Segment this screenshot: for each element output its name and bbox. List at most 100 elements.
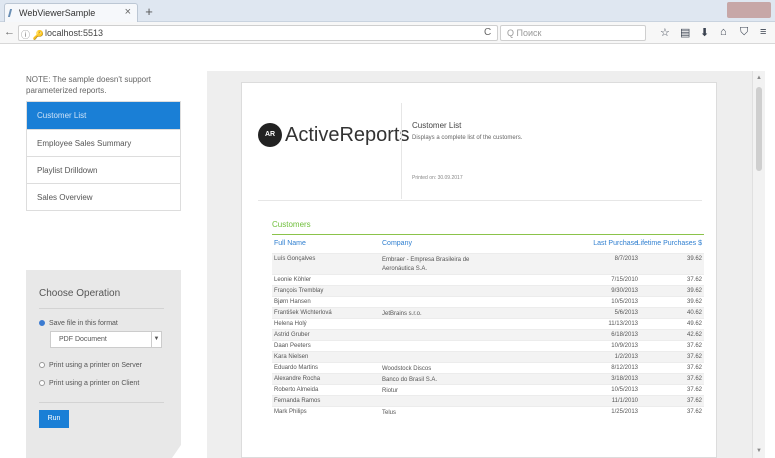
cell-last-purchase: 11/13/2013	[608, 321, 638, 327]
print-client-option[interactable]: Print using a printer on Client	[39, 380, 139, 387]
table-row: Bjørn Hansen 10/5/2013 39.62	[272, 296, 704, 307]
search-placeholder: Q Поиск	[507, 28, 542, 38]
cell-lifetime-purchases: 37.62	[686, 387, 702, 393]
new-tab-button[interactable]: +	[142, 5, 156, 19]
cell-lifetime-purchases: 37.62	[686, 409, 702, 415]
cell-lifetime-purchases: 39.62	[686, 288, 702, 294]
table-row: Daan Peeters 10/9/2013 37.62	[272, 340, 704, 351]
cell-full-name: Alexandre Rocha	[274, 376, 321, 382]
browser-titlebar: WebViewerSample × +	[0, 0, 775, 22]
cell-last-purchase: 10/5/2013	[611, 387, 638, 393]
shield-icon[interactable]: ⛉	[740, 26, 748, 39]
divider	[401, 103, 402, 199]
back-icon[interactable]: ←	[4, 26, 15, 38]
table-row: Mark Philips Telus 1/25/2013 37.62	[272, 406, 704, 417]
table-header: Full Name Company Last Purchase Lifetime…	[272, 240, 704, 252]
radio-icon[interactable]	[39, 380, 45, 386]
cell-lifetime-purchases: 37.62	[686, 343, 702, 349]
scroll-up-icon[interactable]: ▲	[756, 75, 762, 81]
operation-panel: Choose Operation Save file in this forma…	[26, 270, 181, 458]
format-select-value: PDF Document	[59, 336, 107, 343]
menu-icon[interactable]: ≡	[760, 26, 766, 38]
table-row: Eduardo Martins Woodstock Discos 8/12/2013…	[272, 362, 704, 373]
logo-mark: AR	[258, 123, 282, 147]
cell-last-purchase: 11/1/2010	[611, 398, 638, 404]
report-list: Customer List Employee Sales Summary Playl…	[26, 101, 181, 211]
address-bar[interactable]: ⓘ 🔑 localhost:5513	[18, 25, 498, 41]
cell-company: Embraer - Empresa Brasileira de Aeronáut…	[382, 257, 470, 272]
scroll-thumb[interactable]	[756, 87, 762, 171]
search-input[interactable]: Q Поиск	[500, 25, 646, 41]
table-row: Fernanda Ramos 11/1/2010 37.62	[272, 395, 704, 406]
cell-last-purchase: 8/7/2013	[614, 256, 638, 262]
viewer-scrollbar[interactable]: ▲ ▼	[752, 71, 765, 458]
cell-last-purchase: 9/30/2013	[611, 288, 638, 294]
app-area: NOTE: The sample doesn't support paramet…	[0, 44, 775, 458]
cell-lifetime-purchases: 39.62	[686, 256, 702, 262]
table-row: Astrid Gruber 6/18/2013 42.62	[272, 329, 704, 340]
cell-full-name: František Wichterlová	[274, 310, 332, 316]
printed-date: Printed on: 30.09.2017	[412, 175, 463, 181]
column-header: Lifetime Purchases $	[636, 240, 702, 247]
section-label: Customers	[272, 220, 311, 229]
cell-full-name: Leonie Köhler	[274, 277, 312, 283]
report-description: Displays a complete list of the customer…	[412, 135, 523, 141]
table-row: Luís Gonçalves Embraer - Empresa Brasilei…	[272, 253, 704, 274]
cell-lifetime-purchases: 37.62	[686, 398, 702, 404]
print-client-label: Print using a printer on Client	[49, 380, 140, 387]
cell-full-name: Roberto Almeida	[274, 387, 319, 393]
cell-lifetime-purchases: 37.62	[686, 376, 702, 382]
cell-company: Telus	[382, 410, 397, 416]
divider	[258, 200, 702, 201]
cell-full-name: Luís Gonçalves	[274, 256, 316, 262]
report-list-item[interactable]: Sales Overview	[27, 183, 180, 210]
cell-lifetime-purchases: 37.62	[686, 365, 702, 371]
browser-tab[interactable]: WebViewerSample ×	[4, 3, 138, 22]
table-row: Alexandre Rocha Banco do Brasil S.A. 3/18/…	[272, 373, 704, 384]
reading-list-icon[interactable]: ▤	[680, 26, 690, 39]
star-icon[interactable]: ☆	[660, 26, 670, 39]
panel-fold-decoration	[172, 426, 194, 458]
table-row: František Wichterlová JetBrains s.r.o. 5/6…	[272, 307, 704, 318]
download-icon[interactable]: ⬇	[700, 26, 709, 39]
cell-last-purchase: 6/18/2013	[611, 332, 638, 338]
browser-navbar: ← ⓘ 🔑 localhost:5513 C Q Поиск ☆ ▤ ⬇ ⌂ ⛉…	[0, 22, 775, 44]
window-controls[interactable]	[727, 2, 771, 18]
cell-full-name: François Tremblay	[274, 288, 324, 294]
column-header: Full Name	[274, 240, 306, 247]
cell-last-purchase: 3/18/2013	[611, 376, 638, 382]
cell-last-purchase: 5/6/2013	[614, 310, 638, 316]
cell-full-name: Kara Nielsen	[274, 354, 309, 360]
report-list-item[interactable]: Employee Sales Summary	[27, 129, 180, 156]
table-row: François Tremblay 9/30/2013 39.62	[272, 285, 704, 296]
chevron-down-icon: ▼	[151, 332, 161, 347]
cell-lifetime-purchases: 42.62	[686, 332, 702, 338]
tab-close-icon[interactable]: ×	[125, 6, 131, 18]
cell-lifetime-purchases: 49.62	[686, 321, 702, 327]
divider	[39, 308, 164, 309]
radio-icon[interactable]	[39, 362, 45, 368]
report-list-item[interactable]: Customer List	[27, 102, 180, 129]
print-server-label: Print using a printer on Server	[49, 362, 142, 369]
cell-last-purchase: 1/2/2013	[614, 354, 638, 360]
radio-selected-icon[interactable]	[39, 320, 45, 326]
run-button[interactable]: Run	[39, 410, 69, 428]
cell-last-purchase: 1/25/2013	[611, 409, 638, 415]
reload-icon[interactable]: C	[484, 27, 491, 38]
site-info-icon[interactable]: ⓘ 🔑	[21, 28, 44, 41]
report-list-item[interactable]: Playlist Drilldown	[27, 156, 180, 183]
save-format-option[interactable]: Save file in this format	[39, 320, 118, 327]
cell-lifetime-purchases: 40.62	[686, 310, 702, 316]
sidebar-note: NOTE: The sample doesn't support paramet…	[26, 75, 151, 95]
save-format-label: Save file in this format	[49, 320, 118, 327]
print-server-option[interactable]: Print using a printer on Server	[39, 362, 142, 369]
format-select[interactable]: PDF Document ▼	[50, 331, 162, 348]
report-viewer: AR ActiveReports Customer List Displays …	[207, 71, 765, 458]
logo-text: ActiveReports	[285, 124, 410, 146]
scroll-down-icon[interactable]: ▼	[756, 448, 762, 454]
home-icon[interactable]: ⌂	[720, 26, 727, 38]
url-text: localhost:5513	[45, 28, 104, 38]
report-title: Customer List	[412, 121, 462, 130]
cell-full-name: Eduardo Martins	[274, 365, 319, 371]
cell-lifetime-purchases: 37.62	[686, 277, 702, 283]
